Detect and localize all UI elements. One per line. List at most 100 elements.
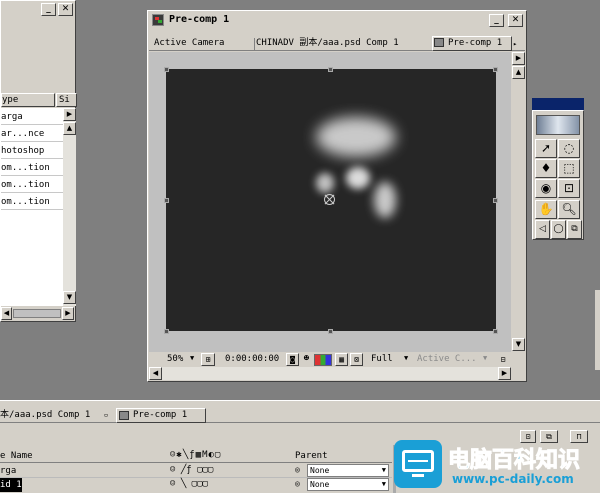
comp-window-icon: [152, 14, 164, 26]
timeline-tab-comp-icon: [119, 411, 129, 420]
light-blob: [316, 173, 334, 193]
mask-icon[interactable]: ⬚: [558, 159, 580, 178]
comp-resize-grip[interactable]: ⊟: [496, 353, 510, 366]
rotate-icon[interactable]: ◌: [558, 139, 580, 158]
layer-handle[interactable]: [493, 329, 498, 334]
watermark-url: www.pc-daily.com: [452, 472, 574, 486]
switches-header-icons: ☺✱╲ƒ▦M◐▢: [170, 450, 222, 460]
project-panel: _ ✕ ype Si arga ar...nce hotoshop om...t…: [0, 0, 77, 322]
resolution-dropdown-arrow-icon[interactable]: ▼: [404, 354, 408, 362]
anchor-point-icon[interactable]: [324, 194, 335, 205]
layer-handle[interactable]: [493, 198, 498, 203]
zoom-icon[interactable]: 🔍︎: [558, 200, 580, 219]
comp-scroll-up-icon[interactable]: ▲: [512, 66, 525, 79]
layer-switch-icons[interactable]: ☺ ╲ ▢▢▢: [170, 479, 208, 489]
layer-handle[interactable]: [328, 67, 333, 72]
column-header-size[interactable]: Si: [56, 93, 77, 107]
pen-icon[interactable]: ♦: [535, 159, 557, 178]
layer-handle[interactable]: [493, 67, 498, 72]
table-row[interactable]: rga ☺ ╱ƒ ▢▢▢ ◎ None ▼: [0, 464, 392, 478]
comp-close-button[interactable]: ✕: [508, 14, 523, 27]
scroll-down-arrow-icon[interactable]: ▼: [63, 291, 76, 304]
timeline-tab-chinadv[interactable]: 本/aaa.psd Comp 1: [0, 409, 93, 422]
list-item[interactable]: arga: [1, 110, 63, 125]
minimize-button[interactable]: _: [41, 3, 56, 16]
pan-behind-icon[interactable]: ◉: [535, 179, 557, 198]
tab-active-camera[interactable]: Active Camera: [151, 37, 227, 50]
channel-rgb-icon[interactable]: [314, 354, 332, 366]
project-scrollbar[interactable]: ▶ ▲ ▼: [63, 108, 76, 306]
comp-window: Pre-comp 1 _ □ _ ✕ Active Camera CHINADV…: [147, 10, 527, 382]
magnify-icon[interactable]: ⧉: [567, 220, 582, 239]
dropdown-arrow-icon: ▼: [381, 466, 386, 474]
snapshot-camera-icon[interactable]: ◙: [286, 353, 299, 366]
scroll-left-arrow-icon[interactable]: ◀: [1, 307, 12, 320]
comp-horizontal-scrollbar[interactable]: ◀ ▶: [149, 367, 511, 380]
column-header-type-label: ype: [2, 95, 19, 105]
zoom-value[interactable]: 50%: [167, 354, 183, 364]
comp-restore-button[interactable]: _: [489, 14, 504, 27]
tab-comp-icon: [434, 38, 444, 47]
horizontal-scroll-track[interactable]: [13, 309, 61, 318]
parent-dropdown[interactable]: None ▼: [307, 464, 389, 477]
orbit-icon[interactable]: ◯: [551, 220, 566, 239]
region-of-interest-icon[interactable]: ⊠: [350, 353, 363, 366]
light-blob: [316, 117, 396, 157]
timecode-display[interactable]: 0:00:00:00: [225, 354, 279, 364]
comp-options-arrow-icon[interactable]: ▶: [512, 52, 525, 65]
layer-handle[interactable]: [164, 198, 169, 203]
parent-header[interactable]: Parent: [295, 451, 328, 461]
comp-canvas[interactable]: [166, 69, 496, 331]
zoom-dropdown-arrow-icon[interactable]: ▼: [190, 354, 194, 362]
track-icon[interactable]: ⊡: [558, 179, 580, 198]
scroll-right-icon[interactable]: ▶: [62, 307, 74, 320]
tab-chinadv-comp[interactable]: CHINADV 副本/aaa.psd Comp 1: [253, 37, 402, 50]
parent-dropdown-value: None: [310, 480, 330, 489]
comp-scroll-left-icon[interactable]: ◀: [149, 367, 162, 380]
timeline-header-row: e Name ☺✱╲ƒ▦M◐▢ Parent: [0, 449, 392, 463]
scroll-up-arrow-icon[interactable]: ▲: [63, 122, 76, 135]
layer-name-header[interactable]: e Name: [0, 451, 33, 461]
close-button[interactable]: ✕: [58, 3, 73, 16]
safe-zones-button[interactable]: ⊞: [201, 353, 215, 366]
list-item[interactable]: om...tion: [1, 161, 63, 176]
comp-window-title: Pre-comp 1: [169, 14, 230, 25]
parent-dropdown[interactable]: None ▼: [307, 478, 389, 491]
layer-switch-icons[interactable]: ☺ ╱ƒ ▢▢▢: [170, 465, 213, 475]
comp-title-bar[interactable]: Pre-comp 1 _ □ _ ✕: [149, 12, 525, 29]
camera-view-value[interactable]: Active C...: [417, 354, 477, 364]
column-header-type[interactable]: ype: [1, 93, 55, 107]
timeline-tab-close-icon[interactable]: ▫: [104, 411, 112, 419]
scroll-right-arrow-icon[interactable]: ▶: [63, 108, 76, 121]
comp-viewer[interactable]: [149, 52, 511, 352]
hand-icon[interactable]: ✋: [535, 200, 557, 219]
selection-icon[interactable]: ➚: [535, 139, 557, 158]
comp-tabs-menu-arrow[interactable]: ▸: [513, 39, 523, 49]
timeline-tab-pre-comp[interactable]: Pre-comp 1: [116, 408, 206, 423]
camera-dropdown-arrow-icon[interactable]: ▼: [483, 354, 487, 362]
layer-handle[interactable]: [164, 329, 169, 334]
column-header-size-label: Si: [59, 95, 70, 105]
tab-pre-comp-label: Pre-comp 1: [448, 38, 503, 48]
show-snapshot-person-icon[interactable]: ☻: [301, 354, 312, 366]
comp-vertical-scrollbar[interactable]: ▶ ▲ ▼: [512, 52, 526, 352]
layer-handle[interactable]: [164, 67, 169, 72]
layer-handle[interactable]: [328, 329, 333, 334]
list-item[interactable]: om...tion: [1, 178, 63, 193]
camera-icon[interactable]: ◁: [535, 220, 550, 239]
parent-pickwhip-icon[interactable]: ◎: [295, 479, 300, 488]
list-item[interactable]: ar...nce: [1, 127, 63, 142]
parent-pickwhip-icon[interactable]: ◎: [295, 465, 300, 474]
resolution-value[interactable]: Full: [371, 354, 393, 364]
watermark-title: 电脑百科知识: [447, 448, 581, 474]
light-blob: [346, 167, 370, 189]
comp-scroll-right-icon[interactable]: ▶: [498, 367, 511, 380]
list-item[interactable]: hotoshop: [1, 144, 63, 159]
table-row[interactable]: id 1 ☺ ╲ ▢▢▢ ◎ None ▼: [0, 478, 392, 492]
tab-pre-comp-active[interactable]: Pre-comp 1: [432, 36, 512, 51]
timeline-tab-pre-comp-label: Pre-comp 1: [133, 410, 188, 420]
tools-title-bar[interactable]: [532, 98, 584, 110]
grid-icon[interactable]: ▦: [335, 353, 348, 366]
comp-scroll-down-icon[interactable]: ▼: [512, 338, 525, 351]
list-item[interactable]: om...tion: [1, 195, 63, 210]
